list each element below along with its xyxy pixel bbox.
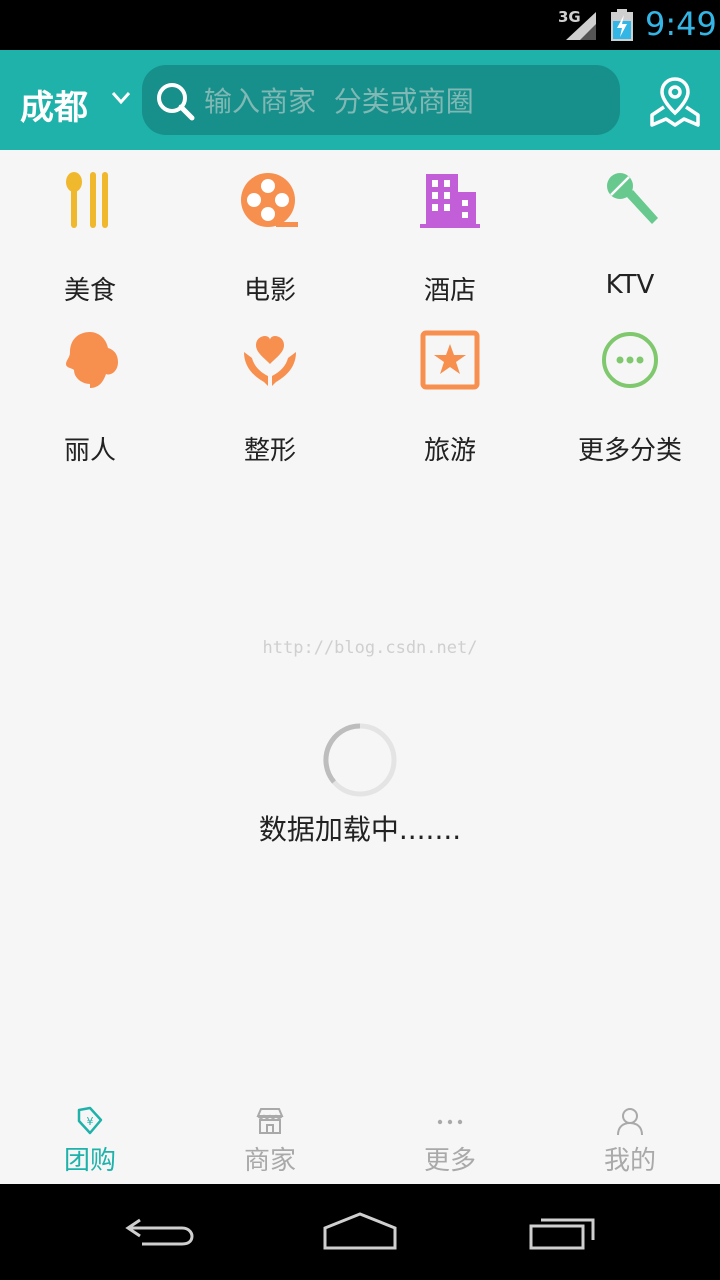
app-screen: 3G 9:49 成都 输入商家 分类或商圈 美食 电影 酒店 KTV 丽人 整形… [0, 0, 720, 1280]
building-icon [420, 174, 480, 228]
category-beauty[interactable]: 丽人 [0, 330, 180, 470]
tab-label: 我的 [603, 1146, 656, 1176]
woman-head-icon [66, 332, 118, 388]
watermark: http://blog.csdn.net/ [262, 638, 478, 658]
star-box-icon [420, 330, 480, 390]
category-movie[interactable]: 电影 [180, 170, 360, 310]
chevron-down-icon[interactable] [110, 90, 132, 106]
loading-text: 数据加载中....... [258, 813, 462, 846]
category-label: 电影 [243, 276, 296, 306]
tag-icon: ¥ [77, 1106, 103, 1135]
tab-mine[interactable]: 我的 [540, 1098, 720, 1184]
category-plastic-surgery[interactable]: 整形 [180, 330, 360, 470]
home-icon[interactable] [320, 1206, 400, 1256]
clock: 9:49 [645, 5, 717, 43]
city-selector[interactable]: 成都 [20, 80, 88, 129]
user-icon [617, 1108, 643, 1136]
loading-spinner-icon [323, 723, 397, 797]
search-box[interactable] [142, 65, 620, 135]
more-circle-icon [602, 332, 658, 388]
category-ktv[interactable]: KTV [540, 170, 720, 310]
tab-label: 更多 [423, 1146, 476, 1176]
battery-charging-icon [611, 9, 633, 41]
category-label: 丽人 [63, 436, 116, 466]
tab-more[interactable]: 更多 [360, 1098, 540, 1184]
category-label: KTV [605, 270, 655, 300]
film-reel-icon [241, 173, 298, 227]
status-bar: 3G 9:49 [0, 0, 720, 50]
storefront-icon [256, 1108, 284, 1134]
category-more[interactable]: 更多分类 [540, 330, 720, 470]
category-label: 酒店 [423, 276, 476, 306]
search-input[interactable] [202, 77, 606, 125]
top-bar: 成都 [0, 50, 720, 150]
heart-hands-icon [244, 336, 296, 386]
map-location-icon[interactable] [648, 75, 702, 129]
tab-label: 团购 [63, 1146, 116, 1176]
fork-spoon-icon [66, 172, 108, 228]
bottom-tab-bar: ¥ 团购 商家 更多 我的 [0, 1098, 720, 1184]
tab-group-buy[interactable]: ¥ 团购 [0, 1098, 180, 1184]
svg-text:¥: ¥ [87, 1115, 94, 1128]
more-dots-icon [437, 1119, 463, 1125]
category-food[interactable]: 美食 [0, 170, 180, 310]
category-hotel[interactable]: 酒店 [360, 170, 540, 310]
category-label: 美食 [63, 276, 116, 306]
category-label: 更多分类 [577, 436, 682, 466]
category-label: 旅游 [423, 436, 476, 466]
search-icon [157, 83, 195, 121]
microphone-icon [607, 173, 658, 224]
network-type: 3G [558, 8, 581, 26]
tab-merchants[interactable]: 商家 [180, 1098, 360, 1184]
back-icon[interactable] [120, 1206, 200, 1256]
category-travel[interactable]: 旅游 [360, 330, 540, 470]
tab-label: 商家 [243, 1146, 296, 1176]
recent-apps-icon[interactable] [525, 1206, 605, 1256]
system-nav-bar [0, 1184, 720, 1280]
category-label: 整形 [243, 436, 296, 466]
